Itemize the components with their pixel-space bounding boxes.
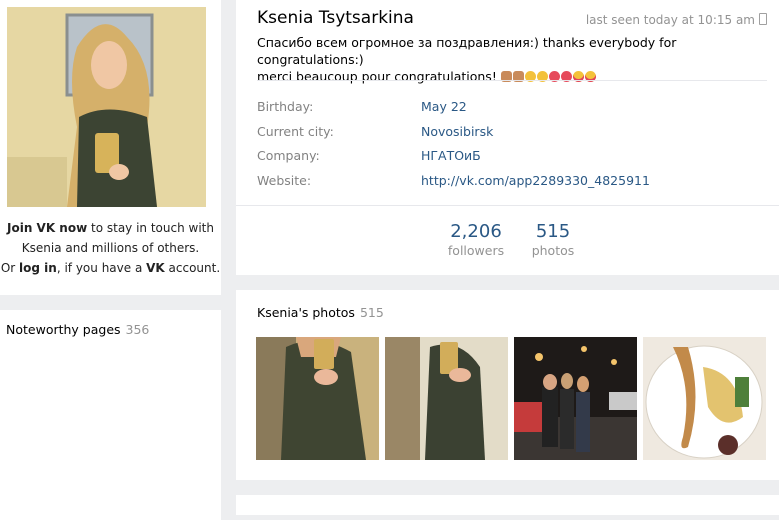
join-vk-link[interactable]: Join VK now — [7, 221, 87, 235]
photo-thumbnail[interactable] — [514, 337, 637, 460]
join-line2: Ksenia and millions of others. — [21, 241, 200, 255]
photos-title: Ksenia's photos — [257, 305, 355, 320]
info-label: Website: — [257, 173, 312, 188]
next-card — [236, 495, 779, 515]
divider — [257, 80, 767, 81]
join-rest-text: to stay in touch with — [87, 221, 214, 235]
photos-counter[interactable]: 515 photos — [528, 221, 578, 258]
noteworthy-title: Noteworthy pages — [6, 322, 121, 337]
info-value-company[interactable]: НГАТОиБ — [421, 148, 481, 163]
info-value-city[interactable]: Novosibirsk — [421, 124, 493, 139]
photo-thumbnail[interactable] — [256, 337, 379, 460]
photos-count: 515 — [535, 221, 571, 242]
join-prompt: Join VK now to stay in touch with Ksenia… — [0, 218, 221, 278]
status-line-1: Спасибо всем огромное за поздравления:) … — [257, 35, 677, 67]
photo-image — [514, 337, 637, 460]
join-or-text: Or — [0, 261, 20, 275]
info-label: Birthday: — [257, 99, 314, 114]
followers-counter[interactable]: 2,206 followers — [445, 221, 507, 258]
divider — [236, 205, 779, 206]
photo-image — [385, 337, 508, 460]
mobile-phone-icon — [759, 13, 767, 25]
photo-thumbnail[interactable] — [643, 337, 766, 460]
avatar-photo — [7, 7, 206, 207]
followers-label: followers — [447, 243, 505, 258]
info-value-website[interactable]: http://vk.com/app2289330_4825911 — [421, 173, 650, 188]
followers-count: 2,206 — [450, 221, 502, 242]
login-link[interactable]: log in — [19, 261, 57, 275]
photo-image — [256, 337, 379, 460]
info-label: Current city: — [257, 124, 334, 139]
profile-left-card: Join VK now to stay in touch with Ksenia… — [0, 0, 221, 295]
noteworthy-card: Noteworthy pages 356 — [0, 310, 221, 520]
profile-name: Ksenia Tsytsarkina — [257, 8, 414, 28]
join-account-text: account. — [164, 261, 221, 275]
photo-thumbnail[interactable] — [385, 337, 508, 460]
info-value-birthday[interactable]: May 22 — [421, 99, 467, 114]
photo-image — [643, 337, 766, 460]
photos-card: Ksenia's photos 515 — [236, 290, 779, 480]
photos-title-count: 515 — [359, 305, 384, 320]
join-if-have-text: , if you have a — [56, 261, 147, 275]
profile-avatar[interactable] — [7, 7, 206, 207]
vk-brand-text: VK — [146, 261, 165, 275]
profile-status: Спасибо всем огромное за поздравления:) … — [257, 34, 767, 85]
noteworthy-pages-header[interactable]: Noteworthy pages 356 — [6, 322, 149, 337]
info-label: Company: — [257, 148, 320, 163]
photos-header[interactable]: Ksenia's photos 515 — [257, 305, 384, 320]
noteworthy-count: 356 — [125, 322, 150, 337]
profile-info-card: Ksenia Tsytsarkina last seen today at 10… — [236, 0, 779, 275]
photos-label: photos — [531, 243, 575, 258]
last-seen-text: last seen today at 10:15 am — [585, 13, 755, 27]
status-line-2: merci beaucoup pour congratulations! — [257, 69, 497, 84]
